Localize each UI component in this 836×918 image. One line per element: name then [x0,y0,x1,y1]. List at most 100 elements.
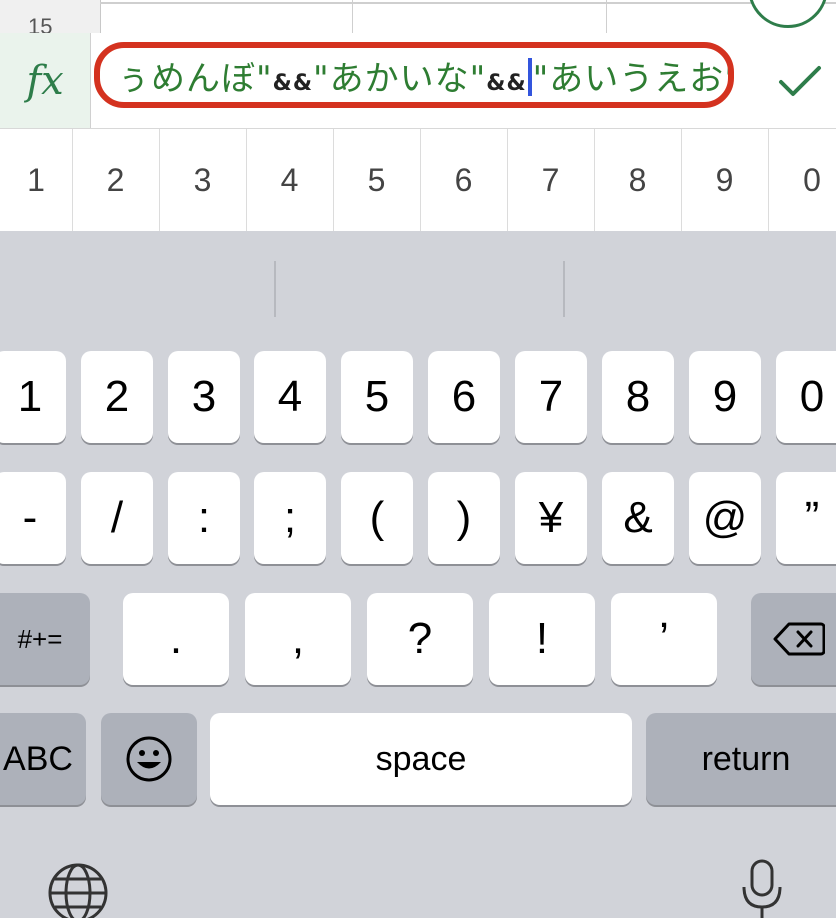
key-9[interactable]: 9 [689,351,761,443]
key-label: 5 [364,372,390,421]
key-label: - [22,493,38,542]
more-symbols-key[interactable]: #+= [0,593,90,685]
key-0[interactable]: 0 [776,351,836,443]
grid-line [352,0,353,33]
key-6[interactable]: 6 [428,351,500,443]
suggestion-item[interactable]: 8 [594,129,682,231]
key-label: & [623,493,653,542]
suggestion-item[interactable]: 6 [420,129,508,231]
key-colon[interactable]: : [168,472,240,564]
key-label: #+= [17,623,63,654]
formula-operator: && [272,70,314,96]
suggestion-label: 0 [803,161,821,198]
key-label: 3 [191,372,217,421]
suggestion-item[interactable]: 9 [681,129,769,231]
key-apostrophe[interactable]: ’ [611,593,717,685]
key-label: ! [535,614,549,663]
suggestion-label: 3 [193,161,212,198]
suggestion-label: 2 [106,161,125,198]
key-question[interactable]: ? [367,593,473,685]
key-slash[interactable]: / [81,472,153,564]
key-open-paren[interactable]: ( [341,472,413,564]
key-comma[interactable]: , [245,593,351,685]
suggestion-item[interactable]: 3 [159,129,247,231]
grid-line [606,0,607,33]
microphone-icon [742,859,782,918]
return-key[interactable]: return [646,713,836,805]
key-label: , [291,614,305,663]
selection-handle[interactable] [748,0,828,28]
key-label: 9 [712,372,738,421]
suggestion-label: 6 [454,161,473,198]
spreadsheet-grid: 15 [0,0,836,34]
suggestion-item[interactable]: 2 [72,129,160,231]
key-yen[interactable]: ¥ [515,472,587,564]
suggestion-label: 7 [541,161,560,198]
key-label: @ [702,493,748,542]
check-icon [779,66,821,96]
key-label: 2 [104,372,130,421]
key-label: 8 [625,372,651,421]
key-5[interactable]: 5 [341,351,413,443]
key-label: ” [804,493,820,542]
keyboard: 1 2 3 4 5 6 7 8 9 0 - / : ; ( ) ¥ & @ ” … [0,231,836,918]
number-suggestion-row: 1 2 3 4 5 6 7 8 9 0 [0,129,836,231]
dictation-button[interactable] [738,857,786,918]
abc-key[interactable]: ABC [0,713,86,805]
key-label: ? [407,614,433,663]
key-close-paren[interactable]: ) [428,472,500,564]
key-period[interactable]: . [123,593,229,685]
suggestion-item[interactable]: 1 [0,129,73,231]
predictive-divider [563,261,565,317]
key-3[interactable]: 3 [168,351,240,443]
key-exclamation[interactable]: ! [489,593,595,685]
suggestion-item[interactable]: 5 [333,129,421,231]
key-label: ’ [659,614,669,663]
key-7[interactable]: 7 [515,351,587,443]
key-label: ; [283,493,297,542]
key-hyphen[interactable]: - [0,472,66,564]
key-label: 6 [451,372,477,421]
confirm-button[interactable] [770,51,830,111]
key-label: . [169,614,183,663]
key-ampersand[interactable]: & [602,472,674,564]
key-label: ABC [3,739,73,778]
suggestion-item[interactable]: 0 [768,129,836,231]
key-label: ( [369,493,385,542]
space-key[interactable]: space [210,713,632,805]
globe-button[interactable] [46,861,110,918]
key-4[interactable]: 4 [254,351,326,443]
key-semicolon[interactable]: ; [254,472,326,564]
key-label: 0 [799,372,825,421]
backspace-key[interactable] [751,593,836,685]
row-number: 15 [28,14,53,34]
fx-icon: fx [26,57,64,104]
key-1[interactable]: 1 [0,351,66,443]
key-label: ) [456,493,472,542]
key-8[interactable]: 8 [602,351,674,443]
row-header[interactable]: 15 [0,0,101,33]
key-quote[interactable]: ” [776,472,836,564]
key-at[interactable]: @ [689,472,761,564]
key-2[interactable]: 2 [81,351,153,443]
formula-segment: "あいうえお" [532,58,734,99]
suggestion-label: 1 [27,161,45,198]
emoji-key[interactable] [101,713,197,805]
suggestion-label: 5 [367,161,386,198]
key-label: ¥ [538,493,564,542]
key-label: / [110,493,124,542]
key-label: 7 [538,372,564,421]
globe-icon [48,863,108,918]
key-label: 1 [17,372,43,421]
suggestion-label: 4 [280,161,299,198]
key-label: space [375,739,467,778]
key-label: return [701,739,791,778]
suggestion-item[interactable]: 4 [246,129,334,231]
fx-button[interactable]: fx [0,33,91,128]
key-label: 4 [277,372,303,421]
formula-input[interactable]: ぅめんぼ"&&"あかいな"&& "あいうえお" [94,42,734,108]
formula-bar: fx ぅめんぼ"&&"あかいな"&& "あいうえお" [0,33,836,129]
suggestion-item[interactable]: 7 [507,129,595,231]
formula-text: ぅめんぼ"&&"あかいな"&& "あいうえお" [116,51,734,100]
predictive-divider [274,261,276,317]
